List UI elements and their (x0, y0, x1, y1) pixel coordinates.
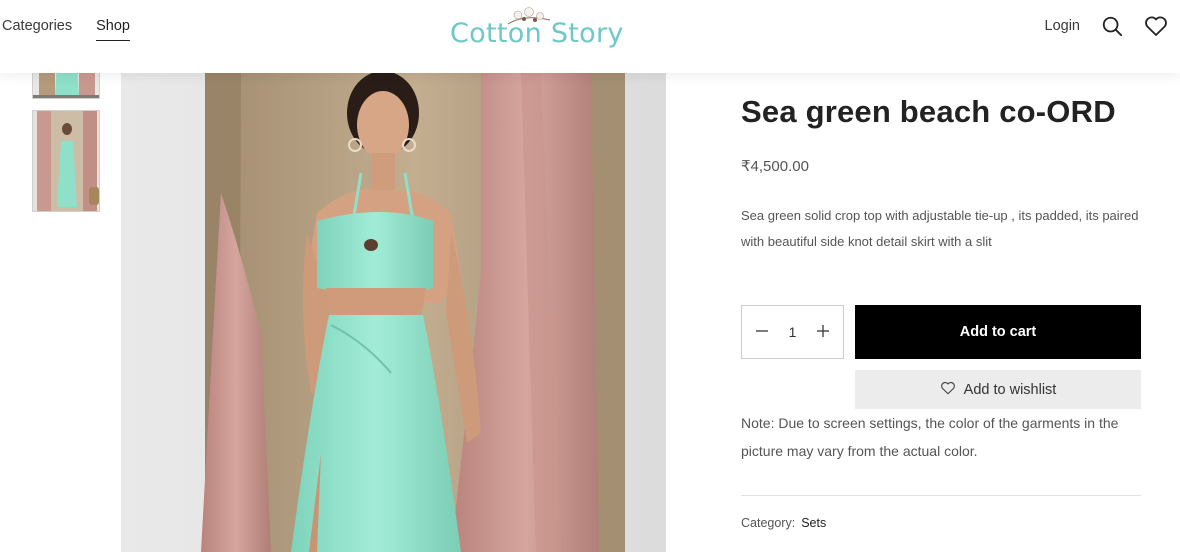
product-category: Category: Sets (741, 516, 826, 530)
plus-icon[interactable] (815, 322, 831, 343)
nav-categories[interactable]: Categories (2, 18, 72, 41)
header-actions: Login (1045, 14, 1168, 38)
add-to-wishlist-button[interactable]: Add to wishlist (855, 370, 1141, 409)
site-header: Categories Shop Cotton Story Login (0, 0, 1180, 73)
divider (741, 495, 1141, 496)
product-title: Sea green beach co-ORD (741, 94, 1116, 129)
category-label: Category: (741, 516, 796, 530)
main-nav: Categories Shop (2, 18, 130, 41)
category-link[interactable]: Sets (801, 516, 826, 530)
search-icon[interactable] (1100, 14, 1124, 38)
product-price: ₹4,500.00 (741, 158, 809, 175)
quantity-stepper: 1 (741, 305, 844, 359)
quantity-value[interactable]: 1 (789, 324, 797, 340)
product-main-image[interactable] (121, 73, 666, 552)
add-to-cart-button[interactable]: Add to cart (855, 305, 1141, 359)
heart-icon[interactable] (1144, 14, 1168, 38)
login-link[interactable]: Login (1045, 18, 1080, 34)
logo-text: Cotton Story (450, 18, 624, 49)
thumbnail-2[interactable] (32, 110, 100, 212)
color-note: Note: Due to screen settings, the color … (741, 415, 1119, 459)
thumbnail-image-2 (33, 111, 99, 211)
heart-outline-icon (940, 381, 956, 399)
model-photo (121, 73, 666, 552)
minus-icon[interactable] (754, 322, 770, 343)
product-description: Sea green solid crop top with adjustable… (741, 208, 1139, 249)
wishlist-label: Add to wishlist (963, 381, 1057, 398)
site-logo[interactable]: Cotton Story (450, 6, 625, 56)
nav-shop[interactable]: Shop (96, 18, 130, 41)
